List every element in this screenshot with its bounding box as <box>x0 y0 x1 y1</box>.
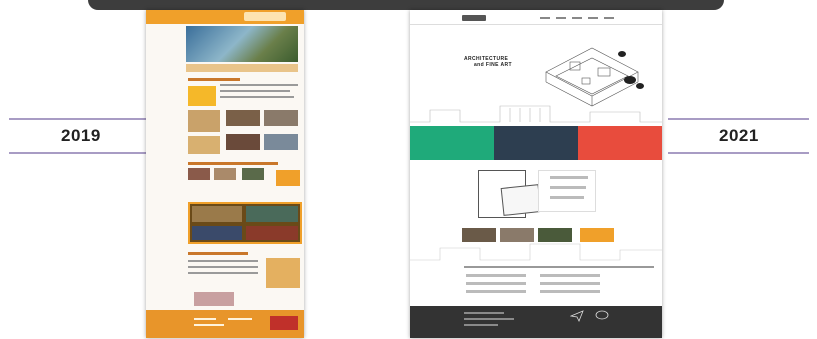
navigation-bar <box>410 10 662 25</box>
footer-text <box>464 318 514 320</box>
gallery-thumb[interactable] <box>500 228 534 242</box>
hero-headline-line2: and FINE ART <box>474 62 512 68</box>
quicklink-band-red[interactable] <box>578 126 662 160</box>
year-2021-label: 2021 <box>719 126 759 145</box>
nav-item <box>556 17 566 19</box>
top-bar <box>88 0 724 10</box>
text-line <box>220 84 298 86</box>
nav-item <box>540 17 550 19</box>
timeline-line-right-bottom <box>668 152 809 154</box>
gallery-thumb[interactable] <box>538 228 572 242</box>
footer <box>410 306 662 338</box>
website-2021-screenshot: ARCHITECTURE and FINE ART <box>410 10 662 338</box>
section-title <box>188 162 278 165</box>
list-row <box>540 274 600 277</box>
news-photo <box>188 136 220 154</box>
gallery-thumb[interactable] <box>462 228 496 242</box>
chat-icon[interactable] <box>594 310 610 322</box>
news-photo <box>264 110 298 126</box>
footer-text <box>228 318 252 320</box>
event-photo <box>188 168 210 180</box>
promo-photo <box>194 292 234 306</box>
news-photo <box>188 110 220 132</box>
timeline-line-left-bottom <box>9 152 146 154</box>
event-line <box>550 176 588 179</box>
year-2019-label: 2019 <box>61 126 101 145</box>
nav-item <box>588 17 598 19</box>
side-photo <box>266 258 300 288</box>
gallery-photo <box>246 226 298 240</box>
list-row <box>540 282 600 285</box>
news-photo <box>226 110 260 126</box>
list-row <box>466 290 526 293</box>
tab-bar[interactable] <box>464 266 654 268</box>
gallery-photo <box>192 206 242 222</box>
event-photo <box>214 168 236 180</box>
list-row <box>466 282 526 285</box>
event-line <box>550 186 586 189</box>
footer-text <box>194 324 224 326</box>
nav-item <box>604 17 614 19</box>
list-row <box>540 290 600 293</box>
hero-headline: ARCHITECTURE and FINE ART <box>464 56 512 68</box>
list-row <box>466 274 526 277</box>
text-line <box>188 266 258 268</box>
timeline-line-right-top <box>668 118 809 120</box>
gallery-photo <box>192 226 242 240</box>
news-photo <box>264 134 298 150</box>
text-line <box>220 96 294 98</box>
section-title <box>188 78 240 81</box>
quicklink-band-navy[interactable] <box>494 126 578 160</box>
gallery-photo <box>246 206 298 222</box>
news-badge <box>188 86 216 106</box>
website-2019-screenshot <box>146 10 304 338</box>
nav-item <box>572 17 582 19</box>
logo <box>244 12 286 21</box>
banner-strip <box>186 64 298 72</box>
footer-flag <box>270 316 298 330</box>
send-icon[interactable] <box>570 310 584 322</box>
hero-photo <box>186 26 298 62</box>
calendar-note <box>500 184 542 216</box>
logo <box>462 15 486 21</box>
event-photo <box>276 170 300 186</box>
timeline-line-left-top <box>9 118 146 120</box>
campus-sketch-lower <box>410 243 662 261</box>
section-title <box>188 252 248 255</box>
text-line <box>188 272 258 274</box>
event-photo <box>242 168 264 180</box>
text-line <box>220 90 290 92</box>
campus-sketch <box>410 105 662 123</box>
footer-text <box>194 318 216 320</box>
event-line <box>550 196 584 199</box>
quicklink-band-green[interactable] <box>410 126 494 160</box>
footer-text <box>464 312 504 314</box>
text-line <box>188 260 258 262</box>
news-photo <box>226 134 260 150</box>
footer-text <box>464 324 498 326</box>
gallery-thumb[interactable] <box>580 228 614 242</box>
